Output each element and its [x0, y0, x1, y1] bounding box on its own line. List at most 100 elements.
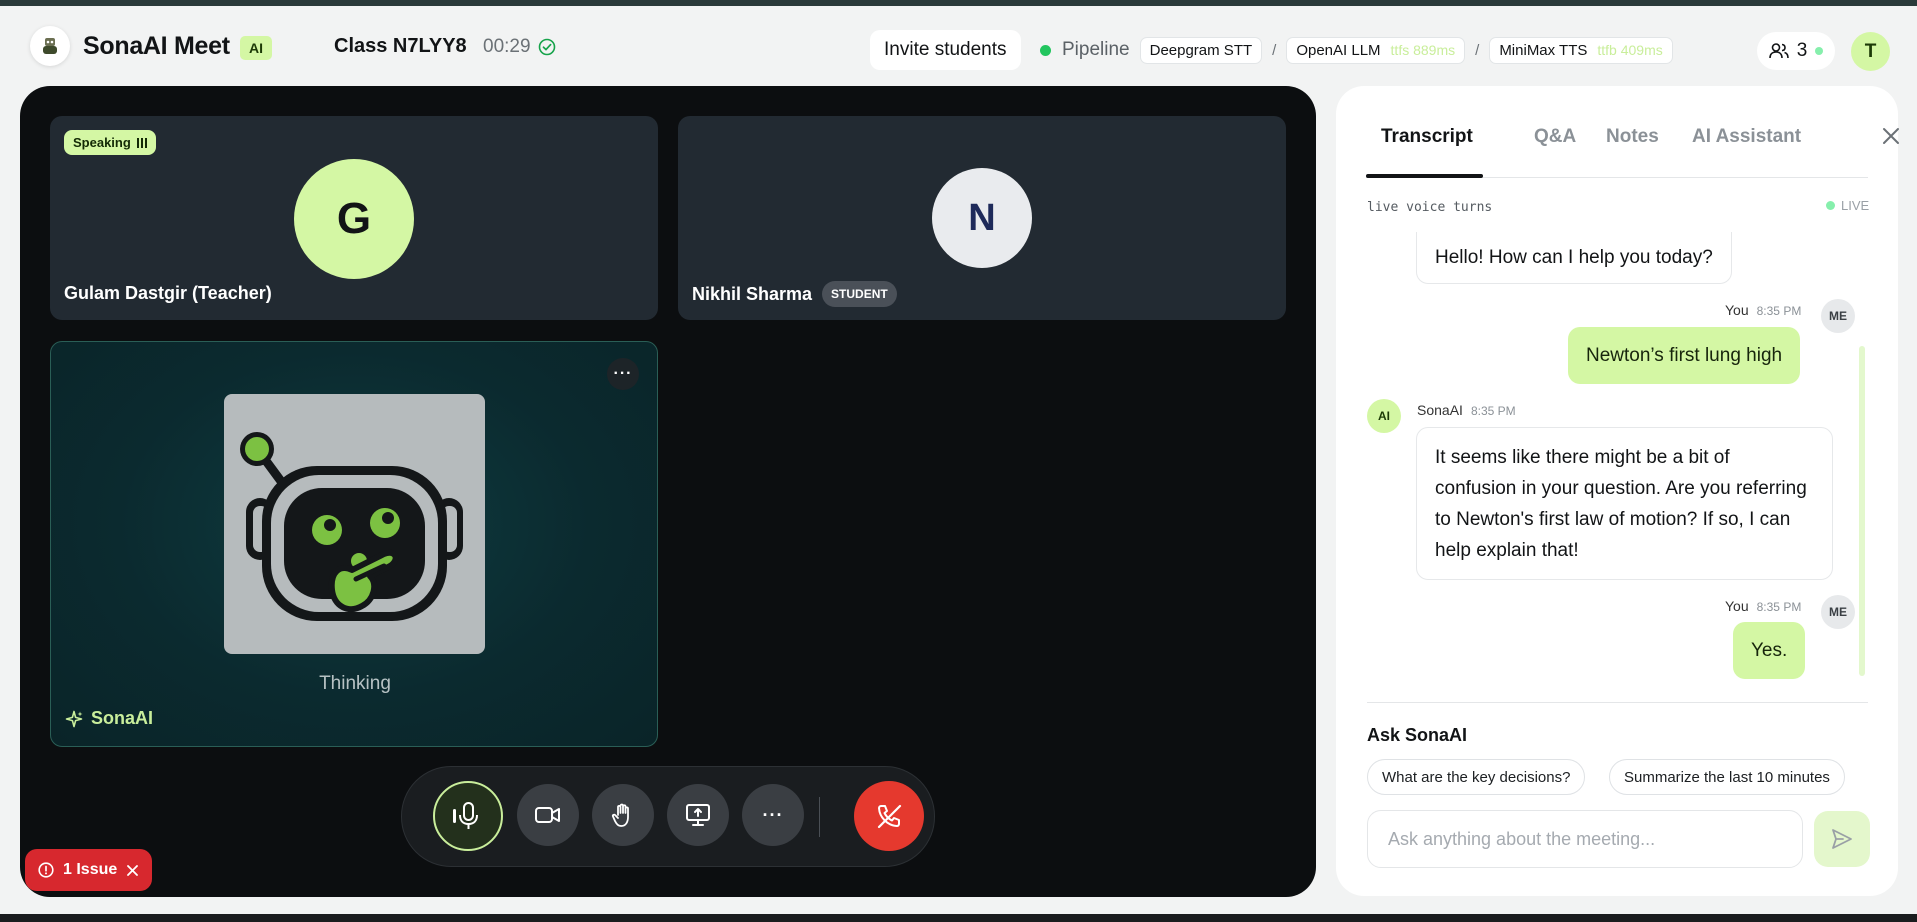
message-meta: You 8:35 PM	[1725, 302, 1801, 318]
call-controls-bar: ···	[401, 766, 935, 867]
active-tab-indicator	[1366, 174, 1483, 178]
class-name: Class N7LYY8	[334, 35, 467, 57]
message-avatar: ME	[1821, 595, 1855, 629]
message-sender: You	[1725, 598, 1749, 614]
raise-hand-button[interactable]	[592, 784, 654, 846]
close-icon[interactable]	[126, 864, 139, 877]
speaking-badge: Speaking	[64, 130, 156, 155]
timer-value: 00:29	[483, 36, 531, 57]
pipeline-status-dot	[1040, 44, 1051, 56]
tab-ai-assistant[interactable]: AI Assistant	[1692, 126, 1801, 148]
ai-name-row: SonaAI	[65, 708, 153, 729]
participant-avatar: G	[294, 159, 414, 279]
pipeline-chip-latency: ttfb 409ms	[1597, 42, 1663, 58]
transcript-subtitle: live voice turns	[1367, 200, 1493, 215]
screen-share-button[interactable]	[667, 784, 729, 846]
participant-name-row: Nikhil Sharma STUDENT	[692, 281, 897, 307]
tab-notes[interactable]: Notes	[1606, 126, 1659, 148]
sparkle-icon	[65, 710, 83, 727]
message-bubble-ai: It seems like there might be a bit of co…	[1416, 427, 1833, 580]
suggestion-chip[interactable]: Summarize the last 10 minutes	[1609, 759, 1845, 795]
microphone-button[interactable]	[433, 781, 503, 851]
participant-tile-student[interactable]: N Nikhil Sharma STUDENT	[678, 116, 1286, 320]
participant-tile-teacher[interactable]: Speaking G Gulam Dastgir (Teacher)	[50, 116, 658, 320]
close-icon	[1883, 128, 1899, 144]
video-stage: Speaking G Gulam Dastgir (Teacher) N Nik…	[20, 86, 1316, 897]
ask-input[interactable]	[1367, 810, 1803, 868]
participant-name: Gulam Dastgir (Teacher)	[64, 283, 272, 303]
message-time: 8:35 PM	[1756, 304, 1802, 318]
robot-thinking-icon	[240, 432, 463, 621]
video-camera-icon	[535, 807, 560, 823]
users-icon	[1768, 43, 1789, 59]
live-dot	[1826, 201, 1835, 210]
send-icon	[1832, 829, 1852, 849]
user-avatar[interactable]: T	[1851, 32, 1890, 71]
close-panel-button[interactable]	[1882, 124, 1900, 152]
live-indicator: LIVE	[1826, 198, 1869, 213]
live-label: LIVE	[1841, 198, 1870, 213]
screen-share-icon	[686, 804, 710, 826]
message-meta: You 8:35 PM	[1725, 598, 1801, 614]
speaking-label: Speaking	[73, 135, 131, 150]
pipeline-chip-llm: OpenAI LLM ttfs 889ms	[1286, 36, 1466, 64]
message-time: 8:35 PM	[1756, 600, 1802, 614]
pipeline-chip-tts: MiniMax TTS ttfb 409ms	[1489, 36, 1673, 64]
controls-divider	[819, 797, 820, 837]
side-panel: Transcript Q&A Notes AI Assistant live v…	[1336, 86, 1899, 896]
message-bubble-me: Yes.	[1733, 622, 1806, 679]
tab-qa[interactable]: Q&A	[1534, 126, 1576, 148]
issue-label: 1 Issue	[63, 861, 118, 878]
participant-count: 3	[1796, 40, 1808, 61]
issue-badge[interactable]: 1 Issue	[25, 849, 153, 891]
invite-students-button[interactable]: Invite students	[870, 30, 1021, 70]
pipeline-chip-name: OpenAI LLM	[1296, 41, 1381, 59]
hand-icon	[611, 803, 629, 827]
microphone-icon	[453, 802, 478, 829]
role-badge: STUDENT	[822, 281, 897, 307]
end-call-button[interactable]	[854, 781, 924, 851]
top-header: SonaAI Meet AI Class N7LYY8 00:29 Invite…	[0, 6, 1917, 86]
message-meta: SonaAI 8:35 PM	[1417, 402, 1516, 418]
ai-state-label: Thinking	[319, 673, 391, 694]
ask-sonaai-title: Ask SonaAI	[1367, 725, 1468, 745]
pipeline-chip-latency: ttfs 889ms	[1390, 42, 1456, 58]
tab-transcript[interactable]: Transcript	[1381, 126, 1473, 148]
logo-icon	[43, 38, 57, 54]
message-avatar: AI	[1367, 399, 1401, 433]
more-options-button[interactable]: ···	[742, 784, 804, 846]
app-title: SonaAI Meet	[83, 32, 230, 60]
app-logo[interactable]	[30, 26, 70, 66]
ai-agent-tile[interactable]: ··· Thinking SonaAI	[50, 341, 658, 747]
pipeline-separator: /	[1475, 41, 1480, 59]
pipeline-label: Pipeline	[1062, 39, 1130, 60]
message-bubble-ai: Hello! How can I help you today?	[1416, 232, 1732, 284]
camera-button[interactable]	[517, 784, 579, 846]
message-bubble-me: Newton’s first lung high	[1568, 327, 1801, 384]
participant-name: Nikhil Sharma	[692, 283, 813, 304]
suggestion-chip[interactable]: What are the key decisions?	[1367, 759, 1586, 795]
audio-level-icon	[136, 137, 147, 148]
panel-tabs: Transcript Q&A Notes AI Assistant	[1366, 86, 1899, 178]
meeting-timer: 00:29	[483, 36, 556, 58]
panel-divider	[1367, 702, 1868, 703]
check-circle-icon	[538, 38, 555, 56]
message-time: 8:35 PM	[1470, 404, 1516, 418]
participants-button[interactable]: 3	[1757, 32, 1835, 70]
pipeline-chip-stt: Deepgram STT	[1139, 36, 1263, 64]
pipeline-status: Pipeline Deepgram STT / OpenAI LLM ttfs …	[1040, 30, 1673, 70]
message-sender: SonaAI	[1417, 402, 1463, 418]
window-bottom-strip	[0, 914, 1917, 922]
ai-badge: AI	[240, 36, 272, 60]
message-sender: You	[1725, 302, 1749, 318]
pipeline-chip-name: Deepgram STT	[1149, 41, 1253, 59]
tile-more-options-button[interactable]: ···	[607, 358, 639, 390]
alert-circle-icon	[38, 862, 54, 878]
ai-robot-avatar	[224, 394, 485, 654]
transcript-scrollbar[interactable]	[1859, 346, 1865, 676]
participant-avatar: N	[932, 168, 1032, 268]
ai-name: SonaAI	[91, 708, 154, 728]
send-button[interactable]	[1814, 811, 1870, 867]
pipeline-chip-name: MiniMax TTS	[1499, 41, 1588, 59]
pipeline-separator: /	[1272, 41, 1277, 59]
